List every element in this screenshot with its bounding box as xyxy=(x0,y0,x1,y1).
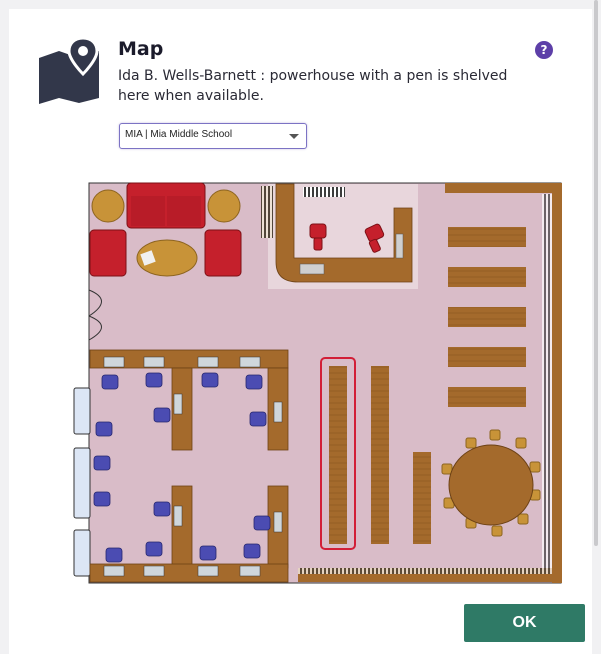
map-pin-icon xyxy=(37,36,101,104)
ok-button[interactable]: OK xyxy=(464,604,585,642)
chevron-down-icon xyxy=(289,134,299,139)
scrollbar[interactable] xyxy=(594,0,598,546)
dialog-title: Map xyxy=(118,38,164,60)
help-icon[interactable]: ? xyxy=(535,41,553,59)
window-panels xyxy=(73,387,91,577)
dialog-subtitle: Ida B. Wells-Barnett : powerhouse with a… xyxy=(118,68,508,104)
location-select-value: MIA | Mia Middle School xyxy=(125,129,233,140)
library-floor-plan xyxy=(36,172,582,586)
location-select[interactable]: MIA | Mia Middle School xyxy=(119,123,307,149)
